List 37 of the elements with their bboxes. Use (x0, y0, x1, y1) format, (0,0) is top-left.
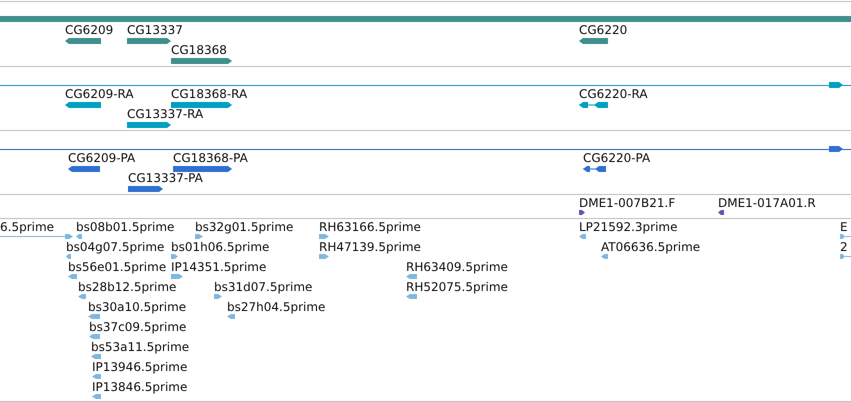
feature-label: bs53a11.5prime (91, 340, 190, 354)
feature-label: bs56e01.5prime (68, 260, 166, 274)
feature-label: CG13337-PA (128, 171, 203, 185)
feature-label: RH47139.5prime (319, 240, 421, 254)
feature-label: IP13946.5prime (92, 360, 188, 374)
feature-label: CG6209-PA (68, 151, 136, 165)
feature-label: RH63166.5prime (319, 220, 421, 234)
feature-label: CG18368-RA (171, 87, 248, 101)
feature-label: bs32g01.5prime (195, 220, 294, 234)
feature-label: bs04g07.5prime (66, 240, 164, 254)
feature-label: 2 (840, 240, 848, 254)
feature-label: CG6220-RA (579, 87, 648, 101)
feature-label: bs28b12.5prime (78, 280, 176, 294)
feature-label: DME1-017A01.R (718, 196, 816, 210)
feature-label: AT06636.5prime (601, 240, 700, 254)
feature-label: CG6220 (579, 23, 628, 37)
feature-label: 6.5prime (0, 220, 54, 234)
feature-label: E (840, 220, 848, 234)
feature-label: LP21592.3prime (579, 220, 678, 234)
feature-label: CG18368 (171, 43, 227, 57)
feature-label: IP14351.5prime (171, 260, 266, 274)
feature-label: CG6209 (65, 23, 114, 37)
feature-label: IP13846.5prime (92, 380, 188, 394)
feature-label: bs08b01.5prime (76, 220, 174, 234)
feature-label: RH52075.5prime (406, 280, 508, 294)
feature-label: DME1-007B21.F (579, 196, 676, 210)
feature-label: bs27h04.5prime (227, 300, 326, 314)
feature-label: CG18368-PA (173, 151, 248, 165)
feature-label: bs01h06.5prime (171, 240, 270, 254)
feature-label: bs30a10.5prime (88, 300, 186, 314)
feature-label: bs37c09.5prime (89, 320, 186, 334)
feature-label: bs31d07.5prime (214, 280, 312, 294)
feature-label: RH63409.5prime (406, 260, 508, 274)
feature-label: CG6209-RA (65, 87, 134, 101)
feature-label: CG13337 (127, 23, 183, 37)
feature-label: CG13337-RA (127, 107, 204, 121)
feature-label: CG6220-PA (583, 151, 650, 165)
